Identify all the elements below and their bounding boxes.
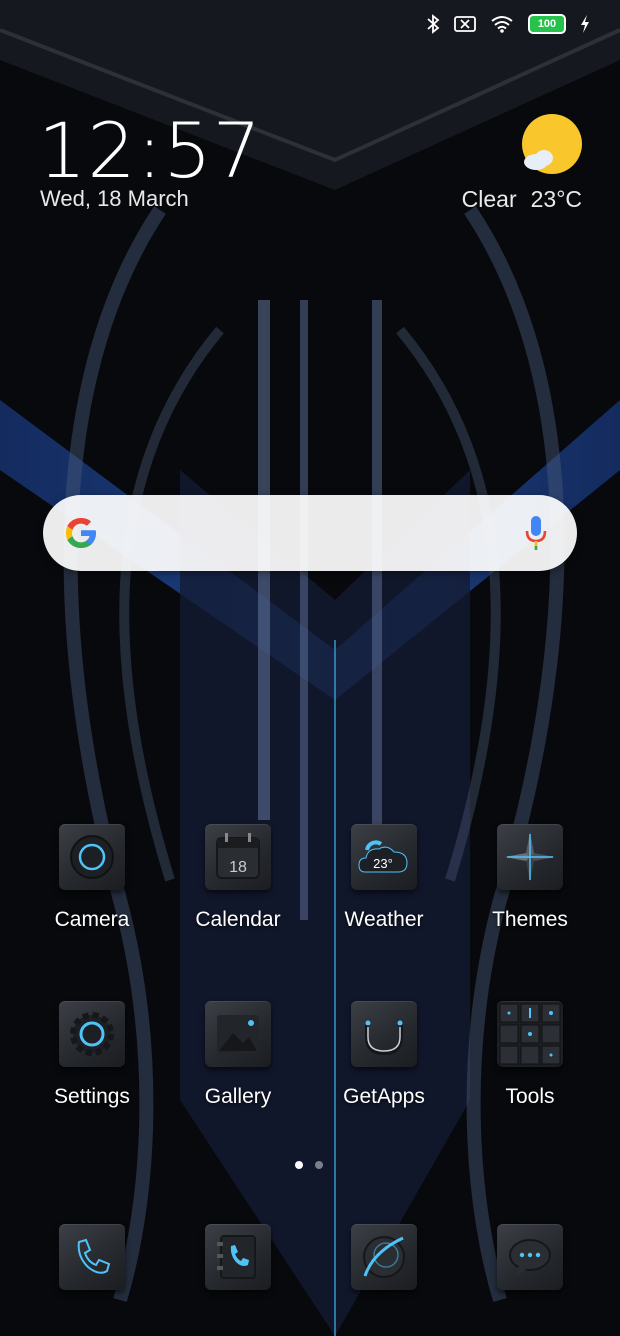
battery-level: 100 (528, 14, 566, 34)
google-search-bar[interactable] (43, 495, 577, 571)
charging-icon (580, 15, 590, 33)
app-label: Camera (54, 908, 130, 931)
page-indicator (295, 1161, 323, 1169)
getapps-icon (351, 1001, 417, 1067)
messages-icon (497, 1224, 563, 1290)
weather-temperature: 23°C (530, 186, 582, 212)
mic-icon[interactable] (525, 516, 547, 550)
contacts-icon (205, 1224, 271, 1290)
app-label: Tools (505, 1085, 555, 1108)
sun-cloud-icon (522, 114, 582, 174)
clock-date[interactable]: Wed, 18 March (40, 186, 189, 212)
app-weather[interactable]: 23° Weather (314, 824, 454, 932)
browser-icon (351, 1224, 417, 1290)
status-bar: 100 (426, 14, 590, 34)
app-label: Settings (54, 1085, 130, 1108)
dock-browser[interactable] (314, 1224, 454, 1290)
no-sim-icon (454, 15, 476, 33)
google-logo-icon (66, 518, 96, 548)
page-dot (315, 1161, 323, 1169)
calendar-day: 18 (229, 859, 247, 876)
weather-summary: Clear 23°C (462, 186, 582, 213)
battery-icon: 100 (528, 14, 566, 34)
tools-folder[interactable]: Tools (460, 1001, 600, 1109)
weather-icon-temp: 23° (373, 856, 393, 871)
app-label: Gallery (204, 1085, 272, 1108)
app-label: Weather (344, 908, 424, 931)
dock-phone[interactable] (22, 1224, 162, 1290)
wifi-icon (490, 15, 514, 33)
dock-messages[interactable] (460, 1224, 600, 1290)
phone-icon (59, 1224, 125, 1290)
app-calendar[interactable]: 18 Calendar (168, 824, 308, 932)
app-label: Themes (492, 908, 568, 931)
gear-icon (59, 1001, 125, 1067)
camera-icon (59, 824, 125, 890)
themes-icon (497, 824, 563, 890)
tools-folder-icon (497, 1001, 563, 1067)
app-gallery[interactable]: Gallery (168, 1001, 308, 1109)
weather-condition: Clear (461, 186, 517, 212)
page-dot-active (295, 1161, 303, 1169)
weather-icon: 23° (351, 824, 417, 890)
dock-contacts[interactable] (168, 1224, 308, 1290)
app-camera[interactable]: Camera (22, 824, 162, 932)
clock-time[interactable]: 12:57 (38, 106, 262, 195)
app-label: Calendar (195, 908, 281, 931)
bluetooth-icon (426, 14, 440, 34)
app-getapps[interactable]: GetApps (314, 1001, 454, 1109)
app-themes[interactable]: Themes (460, 824, 600, 932)
app-label: GetApps (343, 1085, 425, 1108)
app-settings[interactable]: Settings (22, 1001, 162, 1109)
gallery-icon (205, 1001, 271, 1067)
calendar-icon: 18 (205, 824, 271, 890)
